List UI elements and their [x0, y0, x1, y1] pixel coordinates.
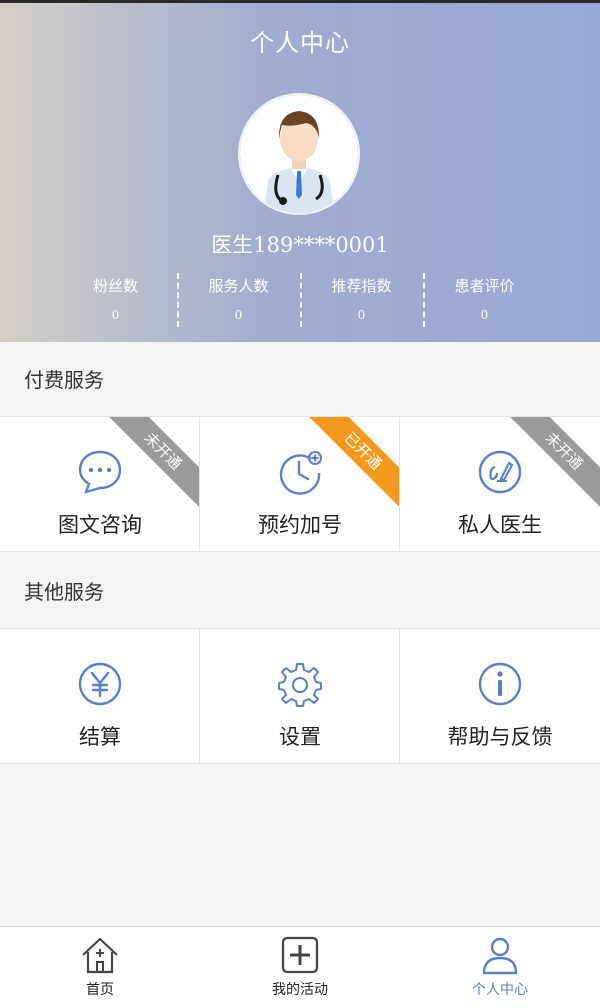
person-icon — [482, 937, 518, 975]
stat-value: 0 — [234, 308, 243, 322]
yen-icon — [78, 662, 122, 706]
paid-services-grid: 图文咨询 未开通 预约加号 已开通 私人医生 未开通 — [0, 416, 600, 552]
stat-label: 推荐指数 — [331, 277, 392, 295]
bottom-tab-bar: 首页 我的活动 个人中心 — [0, 926, 600, 1008]
plus-box-icon — [281, 936, 319, 974]
section-title-paid: 付费服务 — [24, 368, 104, 392]
doctor-pen-icon — [478, 450, 522, 494]
tab-my-activities[interactable]: 我的活动 — [200, 927, 400, 1008]
tab-personal-center[interactable]: 个人中心 — [400, 927, 600, 1008]
stat-value: 0 — [111, 308, 120, 322]
info-icon — [478, 662, 522, 706]
service-label: 帮助与反馈 — [447, 725, 553, 749]
stat-label: 粉丝数 — [92, 277, 138, 295]
home-icon — [82, 937, 118, 974]
chat-bubble-icon — [78, 450, 122, 494]
service-private-doctor[interactable]: 私人医生 未开通 — [400, 417, 600, 551]
stat-label: 服务人数 — [208, 277, 269, 295]
other-services-grid: 结算 设置 帮助与反馈 — [0, 628, 600, 764]
tab-label: 我的活动 — [272, 982, 328, 998]
service-label: 私人医生 — [458, 513, 542, 537]
stat-reviews[interactable]: 患者评价 0 — [423, 273, 546, 329]
clock-plus-icon — [279, 451, 322, 495]
service-label: 预约加号 — [258, 513, 342, 537]
tab-label: 首页 — [86, 982, 114, 998]
stat-fans[interactable]: 粉丝数 0 — [54, 273, 177, 329]
stats-row: 粉丝数 0 服务人数 0 推荐指数 0 患者评价 0 — [54, 273, 546, 329]
avatar[interactable] — [238, 93, 360, 215]
service-help-feedback[interactable]: 帮助与反馈 — [400, 629, 600, 763]
stat-served[interactable]: 服务人数 0 — [177, 273, 300, 329]
tab-home[interactable]: 首页 — [0, 927, 200, 1008]
stat-label: 患者评价 — [454, 277, 515, 295]
stat-value: 0 — [357, 308, 366, 322]
service-settings[interactable]: 设置 — [200, 629, 400, 763]
gear-icon — [278, 663, 322, 707]
service-settlement[interactable]: 结算 — [0, 629, 200, 763]
tab-label: 个人中心 — [472, 982, 528, 998]
service-appointment[interactable]: 预约加号 已开通 — [200, 417, 400, 551]
page-title: 个人中心 — [250, 29, 350, 57]
service-label: 图文咨询 — [58, 513, 142, 537]
service-image-text-consult[interactable]: 图文咨询 未开通 — [0, 417, 200, 551]
doctor-name: 医生189****0001 — [211, 233, 389, 257]
stat-value: 0 — [480, 308, 489, 322]
doctor-avatar-icon — [240, 95, 358, 213]
service-label: 结算 — [79, 725, 121, 749]
profile-header: 个人中心 医生189****0001 粉丝数 0 服务人数 0 推荐指数 0 患… — [0, 3, 600, 342]
stat-recommend[interactable]: 推荐指数 0 — [300, 273, 423, 329]
section-title-other: 其他服务 — [24, 580, 104, 604]
service-label: 设置 — [279, 725, 321, 749]
